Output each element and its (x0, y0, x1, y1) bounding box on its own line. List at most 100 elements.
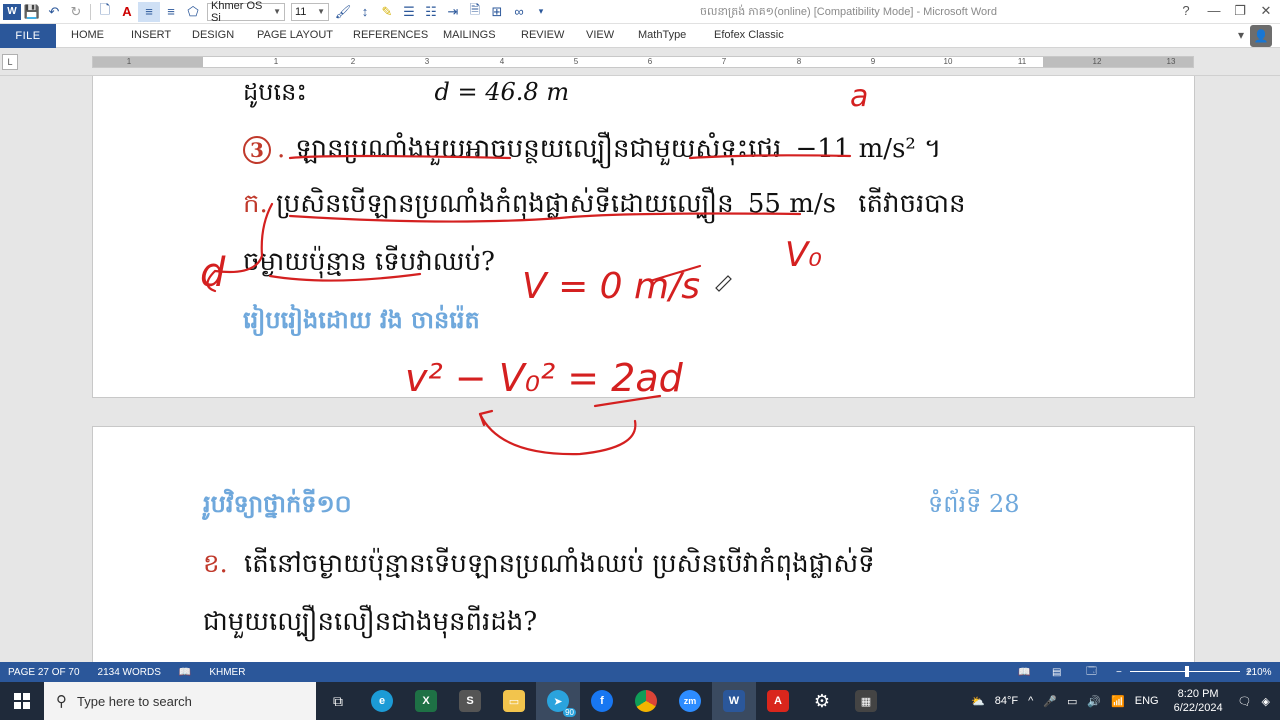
question-3: 3. ឡានប្រណាំងមួយអាចបន្ថយល្បឿនជាមួយសំទុះថេ… (243, 132, 941, 170)
search-icon: ⚲ (56, 693, 67, 710)
font-name-value: Khmer OS Si (211, 0, 263, 24)
acrobat-icon[interactable]: A (756, 682, 800, 720)
numbering-icon[interactable]: ☷ (420, 2, 442, 22)
read-mode-icon[interactable]: 📖 (1018, 667, 1030, 678)
font-size-select[interactable]: 11 ▼ (291, 2, 329, 21)
zoom-level[interactable]: 210% (1246, 667, 1272, 678)
page-count[interactable]: PAGE 27 OF 70 (8, 667, 80, 678)
clock[interactable]: 8:20 PM 6/22/2024 (1174, 687, 1223, 715)
customize-qat-icon[interactable]: ▾ (530, 2, 552, 22)
tab-mailings[interactable]: MAILINGS (443, 29, 496, 41)
telegram-icon[interactable]: ➤ 90 (536, 682, 580, 720)
microphone-icon[interactable]: 🎤 (1043, 695, 1057, 708)
excel-icon[interactable]: X (404, 682, 448, 720)
text-line: ជាមួយល្បឿនលឿនជាងមុនពីរដង? (203, 607, 538, 637)
tab-mathtype[interactable]: MathType (638, 29, 686, 41)
ribbon-display-icon[interactable]: ▾ (1238, 28, 1244, 42)
zoom-icon[interactable]: zm (668, 682, 712, 720)
proofing-icon[interactable]: 📖 (179, 667, 191, 678)
tab-home[interactable]: HOME (71, 29, 104, 41)
format-painter-icon[interactable]: 🖌 (332, 2, 354, 22)
input-language[interactable]: ENG (1135, 695, 1159, 707)
redo-icon[interactable]: ↻ (65, 2, 87, 22)
weather-icon[interactable]: ⛅ (971, 695, 985, 708)
notification-icon[interactable]: 🗨 (1238, 695, 1252, 708)
calculator-icon[interactable]: ▦ (844, 682, 888, 720)
taskbar-search-box[interactable]: ⚲ Type here to search (44, 682, 316, 720)
volume-icon[interactable]: 🔊 (1087, 695, 1101, 708)
settings-icon[interactable]: ⚙ (800, 682, 844, 720)
save-as-icon[interactable]: 🗎 (464, 2, 486, 22)
file-tab[interactable]: FILE (0, 24, 56, 48)
tab-page-layout[interactable]: PAGE LAYOUT (257, 29, 333, 41)
font-name-select[interactable]: Khmer OS Si ▼ (207, 0, 285, 24)
chrome-icon[interactable] (624, 682, 668, 720)
windows-taskbar: ⚲ Type here to search ⧉ e X S ▭ ➤ 90 f z… (0, 682, 1280, 720)
word-count[interactable]: 2134 WORDS (98, 667, 161, 678)
start-button[interactable] (0, 682, 44, 720)
edge-icon[interactable]: e (360, 682, 404, 720)
undo-icon[interactable]: ↶ (43, 2, 65, 22)
new-doc-icon[interactable]: 🗋 (94, 2, 116, 22)
zoom-slider-thumb[interactable] (1185, 666, 1189, 677)
ruler-tick: 3 (424, 57, 430, 66)
document-area[interactable]: ដូបនេះ d = 46.8 m 3. ឡានប្រណាំងមួយអាចបន្ថ… (0, 76, 1280, 662)
word-icon[interactable]: W (712, 682, 756, 720)
document-title: ចលនាត្រង់ ភាគ១(online) [Compatibility Mo… (700, 6, 997, 18)
ruler-tick: 4 (499, 57, 505, 66)
question-label: ខ. (203, 549, 228, 579)
ruler-tick: 9 (870, 57, 876, 66)
print-layout-icon[interactable]: ▤ (1052, 667, 1061, 678)
weather-temp[interactable]: 84°F (995, 695, 1018, 707)
group-icon[interactable]: ⊞ (486, 2, 508, 22)
save-icon[interactable]: 💾 (21, 2, 43, 22)
page-header-left: រូបវិទ្យាថ្នាក់ទី១០ (203, 489, 352, 518)
tab-design[interactable]: DESIGN (192, 29, 234, 41)
shapes-icon[interactable]: ⬠ (182, 2, 204, 22)
highlight-icon[interactable]: ✎ (376, 2, 398, 22)
align-left-icon[interactable]: ≡ (138, 1, 160, 22)
ruler-tick: 5 (573, 57, 579, 66)
close-button[interactable]: ✕ (1252, 3, 1280, 19)
text-line: ដូបនេះ d = 46.8 m (243, 77, 569, 112)
word-app-icon[interactable]: W (3, 3, 21, 20)
ruler-tick: 7 (721, 57, 727, 66)
tab-insert[interactable]: INSERT (131, 29, 171, 41)
copilot-icon[interactable]: ◈ (1262, 695, 1270, 708)
app-s-icon[interactable]: S (448, 682, 492, 720)
ruler-tick: 6 (647, 57, 653, 66)
minimize-button[interactable]: — (1200, 3, 1228, 18)
ruler-tick: 10 (943, 57, 953, 66)
line-spacing-icon[interactable]: ↕ (354, 2, 376, 22)
question-label: ក. (243, 189, 268, 219)
tab-references[interactable]: REFERENCES (353, 29, 428, 41)
ruler-tick: 8 (796, 57, 802, 66)
tab-efofex-classic[interactable]: Efofex Classic (714, 29, 784, 41)
document-page[interactable]: រូបវិទ្យាថ្នាក់ទី១០ ទំព័រទី 28 ខ. តើនៅចម… (92, 426, 1195, 662)
language-indicator[interactable]: KHMER (209, 667, 245, 678)
tab-review[interactable]: REVIEW (521, 29, 564, 41)
document-page[interactable]: ដូបនេះ d = 46.8 m 3. ឡានប្រណាំងមួយអាចបន្ថ… (92, 76, 1195, 398)
bullets-icon[interactable]: ☰ (398, 2, 420, 22)
web-layout-icon[interactable]: 🗔 (1086, 664, 1097, 681)
link-icon[interactable]: ∞ (508, 2, 530, 22)
horizontal-ruler[interactable]: 1 1 2 3 4 5 6 7 8 9 10 11 12 13 (92, 56, 1194, 68)
zoom-out-icon[interactable]: − (1116, 667, 1122, 678)
facebook-icon[interactable]: f (580, 682, 624, 720)
tab-selector[interactable]: L (2, 54, 18, 70)
wifi-icon[interactable]: 📶 (1111, 695, 1125, 708)
account-avatar[interactable]: 👤 (1250, 25, 1272, 47)
file-explorer-icon[interactable]: ▭ (492, 682, 536, 720)
help-button[interactable]: ? (1172, 3, 1200, 18)
align-center-icon[interactable]: ≡ (160, 2, 182, 22)
indent-icon[interactable]: ⇥ (442, 2, 464, 22)
font-color-icon[interactable]: A (116, 2, 138, 22)
text-line: ចម្ងាយប៉ុន្មាន ទើបវាឈប់? (243, 247, 495, 277)
restore-button[interactable]: ❐ (1226, 3, 1254, 19)
tab-view[interactable]: VIEW (586, 29, 614, 41)
separator (90, 3, 91, 20)
chevron-up-icon[interactable]: ^ (1028, 695, 1033, 707)
ruler-tick: 11 (1017, 57, 1027, 66)
battery-icon[interactable]: ▭ (1067, 695, 1077, 708)
task-view-icon[interactable]: ⧉ (316, 682, 360, 720)
